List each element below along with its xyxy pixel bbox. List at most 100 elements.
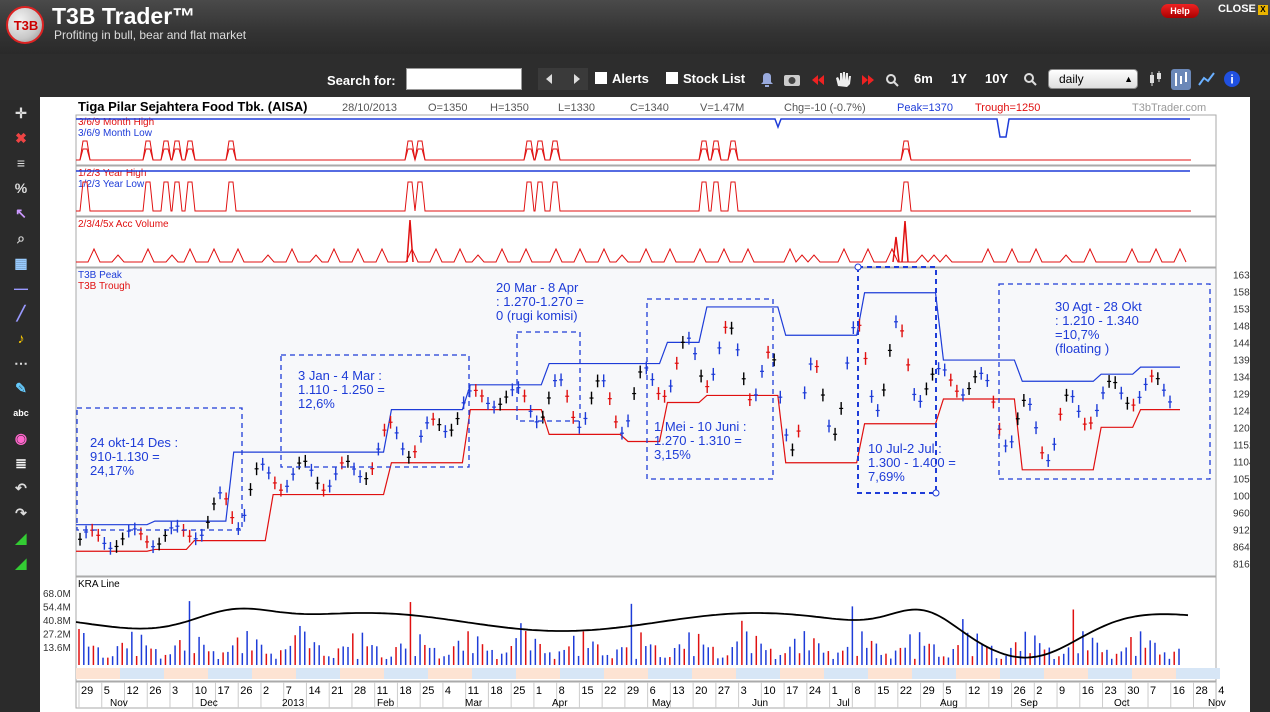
search-input[interactable]: [406, 68, 522, 90]
info-volume: V=1.47M: [700, 102, 744, 114]
annotation-text: 1 Mei - 10 Juni :: [654, 419, 747, 434]
crosshair-icon[interactable]: ✛: [10, 102, 32, 124]
bell-icon[interactable]: [761, 73, 773, 87]
all-trend-icon[interactable]: ◢: [10, 552, 32, 574]
alerts-toggle[interactable]: Alerts: [595, 69, 649, 89]
alert-bell-icon[interactable]: ♪: [10, 327, 32, 349]
volume-tick: 27.2M: [43, 630, 71, 641]
info-peak: Peak=1370: [897, 102, 953, 114]
kra-band: [340, 668, 384, 679]
month-label: Apr: [552, 698, 568, 709]
range-1y-button[interactable]: 1Y: [951, 69, 967, 89]
date-tick: 7: [1150, 685, 1156, 697]
toolbar-icons-left: [761, 72, 899, 87]
magnifier-icon[interactable]: ⌕: [10, 227, 32, 249]
range-6m-button[interactable]: 6m: [914, 69, 933, 89]
price-tick: 1440: [1233, 338, 1250, 349]
price-tick: 960: [1233, 508, 1250, 519]
redo-icon[interactable]: ↷: [10, 502, 32, 524]
color-palette-icon[interactable]: ◉: [10, 427, 32, 449]
month-label: Nov: [110, 698, 128, 709]
app-subtitle: Profiting in bull, bear and flat market: [54, 28, 247, 42]
trend-up-icon[interactable]: ◢: [10, 527, 32, 549]
price-tick: 1056: [1233, 474, 1250, 485]
zoom-in-icon[interactable]: [1020, 68, 1042, 90]
date-tick: 13: [672, 685, 684, 697]
month-low-label: 3/6/9 Month Low: [78, 128, 153, 139]
hand-icon[interactable]: [836, 72, 851, 87]
zoom-out-icon[interactable]: [886, 74, 899, 87]
date-tick: 15: [877, 685, 889, 697]
alerts-checkbox[interactable]: [595, 72, 607, 84]
abc-text-icon[interactable]: abc: [10, 402, 32, 424]
app-title: T3B Trader™: [52, 3, 196, 29]
interval-select[interactable]: daily ▲: [1048, 69, 1138, 89]
kra-band: [164, 668, 208, 679]
drawing-tools-sidebar: ✛ ✖ ≡% ↖ ⌕ ▦ — ╱ ♪ ⋯ ✎ abc ◉ ≣ ↶ ↷ ◢ ◢: [8, 100, 34, 580]
price-tick: 816: [1233, 559, 1250, 570]
nav-arrows: [538, 68, 588, 90]
kra-band: [76, 668, 120, 679]
date-tick: 12: [968, 685, 980, 697]
fast-forward-icon[interactable]: [862, 75, 874, 85]
bar-chart-icon[interactable]: [1171, 69, 1191, 90]
rewind-icon[interactable]: [812, 75, 824, 85]
date-tick: 2: [1036, 685, 1042, 697]
help-button[interactable]: Help: [1161, 4, 1199, 18]
kra-band: [384, 668, 428, 679]
candlestick-icon[interactable]: [1150, 71, 1161, 86]
delete-drawing-icon[interactable]: ✖: [10, 127, 32, 149]
date-tick: 16: [1173, 685, 1185, 697]
date-tick: 21: [331, 685, 343, 697]
date-tick: 11: [468, 685, 479, 697]
date-tick: 16: [1082, 685, 1094, 697]
horizontal-line-icon[interactable]: —: [10, 277, 32, 299]
app-window: T3B T3B Trader™ Profiting in bull, bear …: [0, 0, 1270, 712]
trendline-icon[interactable]: ╱: [10, 302, 32, 324]
info-change: Chg=-10 (-0.7%): [784, 102, 866, 114]
month-label: 2013: [282, 698, 305, 709]
volume-tick: 13.6M: [43, 643, 71, 654]
undo-icon[interactable]: ↶: [10, 477, 32, 499]
kra-band: [780, 668, 824, 679]
annotation-text: 910-1.130 =: [90, 449, 160, 464]
percent-icon[interactable]: %: [10, 177, 32, 199]
info-icon[interactable]: i: [1224, 71, 1240, 87]
date-tick: 17: [217, 685, 229, 697]
close-button[interactable]: CLOSE X: [1218, 3, 1268, 15]
kra-band: [912, 668, 956, 679]
date-tick: 26: [1014, 685, 1026, 697]
chart-svg[interactable]: Tiga Pilar Sejahtera Food Tbk. (AISA) 28/…: [40, 97, 1256, 712]
info-trough: Trough=1250: [975, 102, 1040, 114]
app-header: T3B T3B Trader™ Profiting in bull, bear …: [0, 0, 1270, 54]
line-chart-icon[interactable]: [1198, 72, 1215, 86]
annotation-text: 0 (rugi komisi): [496, 308, 578, 323]
volume-tick: 54.4M: [43, 603, 71, 614]
date-tick: 25: [513, 685, 525, 697]
selection-icon[interactable]: ⋯: [10, 352, 32, 374]
date-tick: 15: [581, 685, 593, 697]
stocklist-toggle[interactable]: Stock List: [666, 69, 745, 89]
info-low: L=1330: [558, 102, 595, 114]
camera-icon[interactable]: [784, 75, 800, 86]
date-tick: 17: [786, 685, 798, 697]
kra-band: [428, 668, 472, 679]
watermark: T3bTrader.com: [1132, 102, 1206, 114]
date-tick: 28: [1196, 685, 1208, 697]
range-10y-button[interactable]: 10Y: [985, 69, 1008, 89]
annotation-text: 10 Jul-2 Jul :: [868, 441, 942, 456]
info-close: C=1340: [630, 102, 669, 114]
kra-band: [1044, 668, 1088, 679]
kra-band: [604, 668, 648, 679]
chart-image-icon[interactable]: ▦: [10, 252, 32, 274]
line-style-icon[interactable]: ≣: [10, 452, 32, 474]
horizontal-lines-icon[interactable]: ≡: [10, 152, 32, 174]
annotation-text: =10,7%: [1055, 327, 1100, 342]
pencil-icon[interactable]: ✎: [10, 377, 32, 399]
pointer-icon[interactable]: ↖: [10, 202, 32, 224]
accvol-label: 2/3/4/5x Acc Volume: [78, 219, 169, 230]
date-tick: 6: [650, 685, 656, 697]
stocklist-checkbox[interactable]: [666, 72, 678, 84]
toolbar: Search for: Alerts Stock List 6m 1Y 10Y …: [0, 54, 1270, 100]
annotation-text: 30 Agt - 28 Okt: [1055, 299, 1142, 314]
